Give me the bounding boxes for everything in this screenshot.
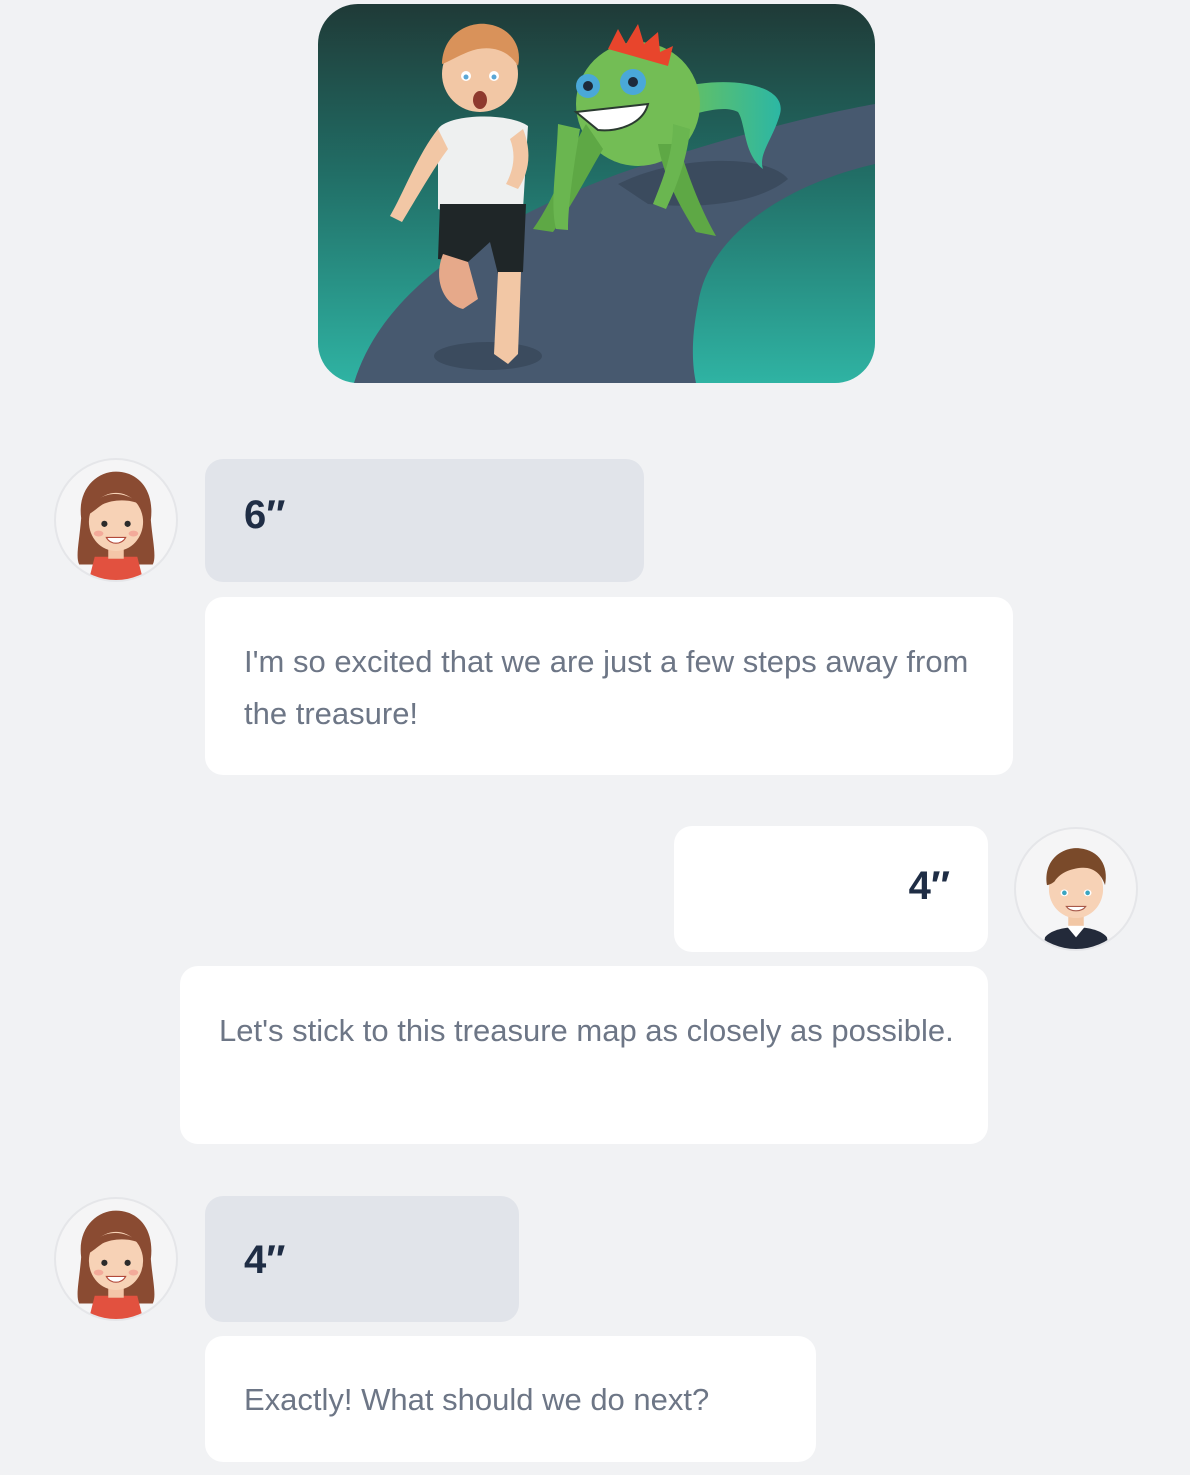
- text-message-bubble[interactable]: Exactly! What should we do next?: [205, 1336, 816, 1462]
- message-text: Let's stick to this treasure map as clos…: [219, 1013, 954, 1048]
- boy-chased-by-monster-icon: [318, 4, 875, 383]
- text-message-bubble[interactable]: I'm so excited that we are just a few st…: [205, 597, 1013, 775]
- girl-avatar: [54, 1197, 178, 1321]
- audio-duration: 4″: [908, 864, 950, 908]
- message-text: I'm so excited that we are just a few st…: [244, 644, 969, 731]
- audio-message-bubble[interactable]: 4″: [674, 826, 988, 952]
- text-message-bubble[interactable]: Let's stick to this treasure map as clos…: [180, 966, 988, 1144]
- audio-message-bubble[interactable]: 6″: [205, 459, 644, 582]
- girl-avatar: [54, 458, 178, 582]
- boy-avatar-icon: [1043, 848, 1109, 949]
- message-text: Exactly! What should we do next?: [244, 1382, 710, 1417]
- audio-message-bubble[interactable]: 4″: [205, 1196, 519, 1322]
- story-illustration: [318, 4, 875, 383]
- chat-page: 6″ I'm so excited that we are just a few…: [0, 0, 1190, 1475]
- girl-avatar-icon: [77, 1210, 155, 1319]
- boy-avatar: [1014, 827, 1138, 951]
- audio-duration: 4″: [244, 1238, 286, 1282]
- audio-duration: 6″: [244, 493, 286, 537]
- girl-avatar-icon: [77, 471, 155, 580]
